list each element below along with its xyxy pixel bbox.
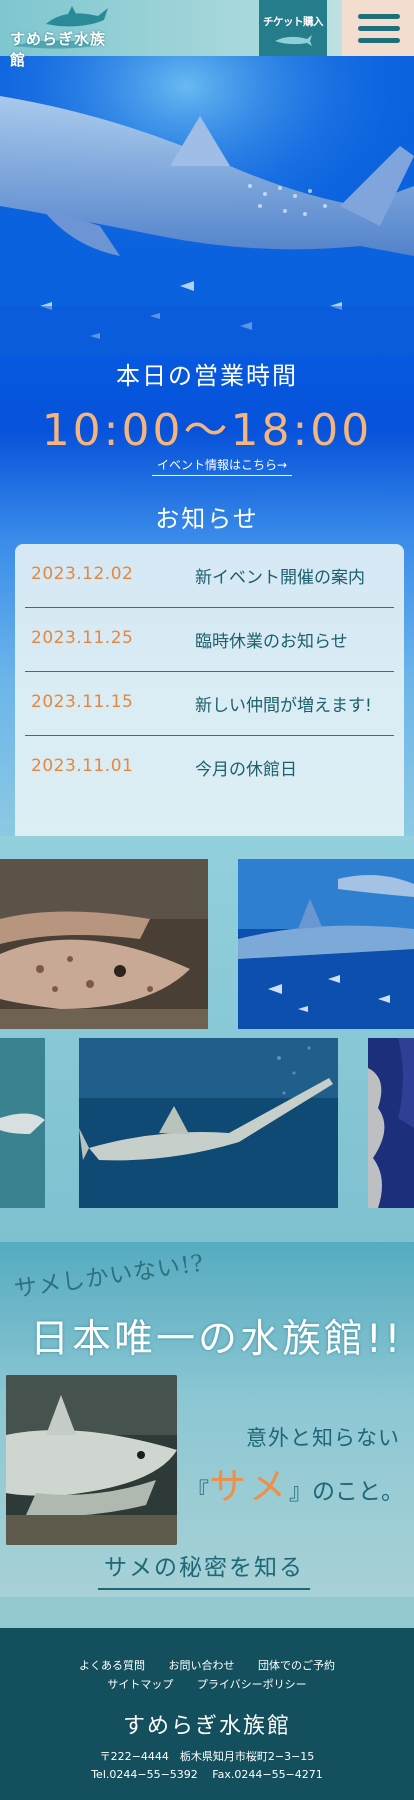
tagline-small: サメしかいない!?: [12, 1250, 206, 1303]
event-info-link[interactable]: イベント情報はこちら→: [152, 456, 292, 476]
footer-links: よくある質問 お問い合わせ 団体でのご予約 サイトマップ プライバシーポリシー: [0, 1656, 414, 1694]
footer-link-sitemap[interactable]: サイトマップ: [107, 1678, 173, 1691]
logo-text: すめらぎ水族館: [10, 30, 107, 69]
site-footer: よくある質問 お問い合わせ 団体でのご予約 サイトマップ プライバシーポリシー …: [0, 1628, 414, 1800]
gallery-photo-sawfish: [79, 1038, 338, 1208]
footer-contact: Tel.0244−55−5392 Fax.0244−55−4271: [91, 1768, 323, 1781]
footer-aquarium-name: すめらぎ水族館: [122, 1714, 291, 1739]
feature-line-1: 意外と知らない: [246, 1426, 400, 1450]
news-list: 2023.12.02 新イベント開催の案内 2023.11.25 臨時休業のお知…: [15, 544, 404, 836]
tagline-big: 日本唯一の水族館!!: [30, 1317, 404, 1362]
news-date: 2023.12.02: [31, 564, 134, 584]
gallery-photo-shark-school: [238, 859, 414, 1029]
feature-highlight: サメ: [209, 1465, 289, 1508]
feature-line-2: 『サメ』のこと。: [186, 1456, 404, 1510]
news-item[interactable]: 2023.11.01 今月の休館日: [25, 736, 394, 800]
feature-section: サメしかいない!? 日本唯一の水族館!! 意外と知らない 『サメ』のこと。 サメ…: [0, 1242, 414, 1597]
news-section-title: お知らせ: [155, 505, 259, 533]
gallery-photo-partial-left: [0, 1038, 45, 1208]
news-item[interactable]: 2023.12.02 新イベント開催の案内: [25, 544, 394, 608]
footer-link-faq[interactable]: よくある質問: [79, 1659, 145, 1672]
news-title: 今月の休館日: [195, 760, 297, 780]
bracket-open: 『: [186, 1479, 209, 1505]
footer-link-privacy[interactable]: プライバシーポリシー: [197, 1678, 307, 1691]
news-date: 2023.11.25: [31, 628, 134, 648]
gallery-photo-leopard-shark: [0, 859, 208, 1029]
bracket-close: 』のこと。: [289, 1479, 404, 1505]
site-header: すめらぎ水族館 チケット購入: [0, 0, 414, 69]
shark-icon: [275, 35, 312, 46]
hamburger-menu-button[interactable]: [342, 0, 414, 56]
news-title: 臨時休業のお知らせ: [195, 632, 348, 652]
news-item[interactable]: 2023.11.15 新しい仲間が増えます!: [25, 672, 394, 736]
news-date: 2023.11.15: [31, 692, 134, 712]
menu-bar-icon: [358, 14, 400, 19]
news-title: 新イベント開催の案内: [195, 568, 365, 588]
news-date: 2023.11.01: [31, 756, 134, 776]
shark-secret-link[interactable]: サメの秘密を知る: [98, 1548, 310, 1590]
business-hours-time: 10:00〜18:00: [41, 405, 373, 456]
footer-address-block: 〒222−4444 栃木県知月市桜町2−3−15 Tel.0244−55−539…: [0, 1748, 414, 1784]
news-title: 新しい仲間が増えます!: [195, 696, 372, 716]
footer-link-group-booking[interactable]: 団体でのご予約: [258, 1659, 335, 1672]
menu-bar-icon: [358, 26, 400, 31]
footer-link-contact[interactable]: お問い合わせ: [169, 1659, 235, 1672]
ticket-purchase-button[interactable]: チケット購入: [259, 0, 327, 56]
business-hours-title: 本日の営業時間: [116, 362, 298, 390]
shark-closeup-photo: [6, 1375, 177, 1545]
photo-gallery: [0, 836, 414, 1242]
menu-bar-icon: [358, 38, 400, 43]
footer-address: 〒222−4444 栃木県知月市桜町2−3−15: [99, 1750, 315, 1763]
news-item[interactable]: 2023.11.25 臨時休業のお知らせ: [25, 608, 394, 672]
hero-section: 本日の営業時間 10:00〜18:00 イベント情報はこちら→ お知らせ 202…: [0, 56, 414, 836]
ticket-purchase-label: チケット購入: [263, 16, 324, 28]
whale-shark-photo: [0, 56, 414, 356]
gallery-photo-partial-right: [368, 1038, 414, 1208]
logo[interactable]: すめらぎ水族館: [6, 4, 116, 69]
